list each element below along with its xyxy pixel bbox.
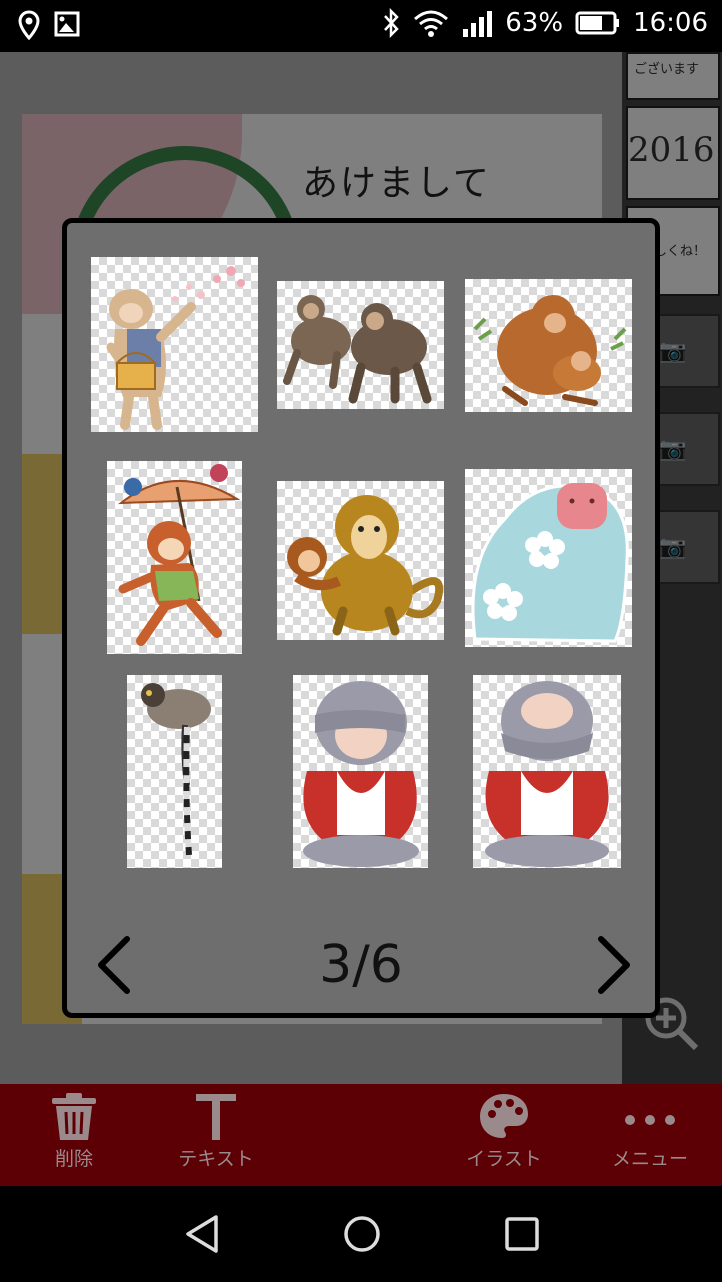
illustration-item[interactable] bbox=[277, 281, 444, 409]
illustration-item[interactable] bbox=[465, 279, 632, 412]
status-bar: 63% 16:06 bbox=[0, 0, 722, 52]
home-icon[interactable] bbox=[342, 1214, 382, 1254]
text-icon bbox=[196, 1094, 236, 1140]
recents-icon[interactable] bbox=[504, 1214, 540, 1254]
blue-snow-monkey-illustration bbox=[471, 483, 629, 643]
bottom-toolbar: 削除 テキスト イラスト メニュー bbox=[0, 1084, 722, 1186]
monkey-mother-child-illustration bbox=[473, 295, 627, 406]
illustration-picker-dialog: 3/6 bbox=[62, 218, 660, 1018]
more-icon bbox=[625, 1115, 675, 1125]
delete-button[interactable]: 削除 bbox=[14, 1090, 134, 1180]
speak-no-evil-monkey-illustration bbox=[485, 681, 609, 867]
monkey-basket-illustration bbox=[106, 266, 245, 430]
ring-tailed-lemur-illustration bbox=[141, 683, 211, 856]
see-no-evil-monkey-illustration bbox=[303, 681, 419, 867]
illustration-item[interactable] bbox=[91, 257, 258, 432]
signal-icon bbox=[463, 11, 493, 37]
chevron-right-icon[interactable] bbox=[591, 933, 635, 997]
system-nav-bar bbox=[0, 1186, 722, 1282]
battery-percent: 63% bbox=[505, 8, 564, 38]
location-icon bbox=[18, 10, 40, 40]
illustration-item[interactable] bbox=[127, 675, 222, 868]
image-icon bbox=[54, 11, 80, 37]
monkey-father-child-illustration bbox=[287, 495, 444, 636]
monkey-umbrella-illustration bbox=[117, 464, 241, 646]
back-icon[interactable] bbox=[184, 1214, 220, 1254]
battery-icon bbox=[575, 11, 620, 35]
menu-button[interactable]: メニュー bbox=[590, 1090, 710, 1180]
bluetooth-icon bbox=[384, 8, 399, 38]
illustration-item[interactable] bbox=[277, 481, 444, 640]
illustration-label: イラスト bbox=[466, 1148, 542, 1170]
illustration-item[interactable] bbox=[293, 675, 428, 868]
trash-icon bbox=[52, 1093, 96, 1140]
pagination: 3/6 bbox=[67, 929, 655, 1001]
wifi-icon bbox=[414, 10, 449, 37]
text-label: テキスト bbox=[178, 1148, 254, 1170]
illustration-item[interactable] bbox=[473, 675, 621, 868]
text-button[interactable]: テキスト bbox=[156, 1090, 276, 1180]
illustration-button[interactable]: イラスト bbox=[444, 1090, 564, 1180]
clock: 16:06 bbox=[633, 8, 708, 38]
illustration-item[interactable] bbox=[465, 469, 632, 647]
page-indicator: 3/6 bbox=[319, 935, 403, 995]
menu-label: メニュー bbox=[611, 1148, 688, 1170]
delete-label: 削除 bbox=[54, 1148, 93, 1170]
illustration-item[interactable] bbox=[107, 461, 242, 654]
palette-icon bbox=[480, 1094, 528, 1138]
monkeys-walking-illustration bbox=[283, 295, 432, 404]
